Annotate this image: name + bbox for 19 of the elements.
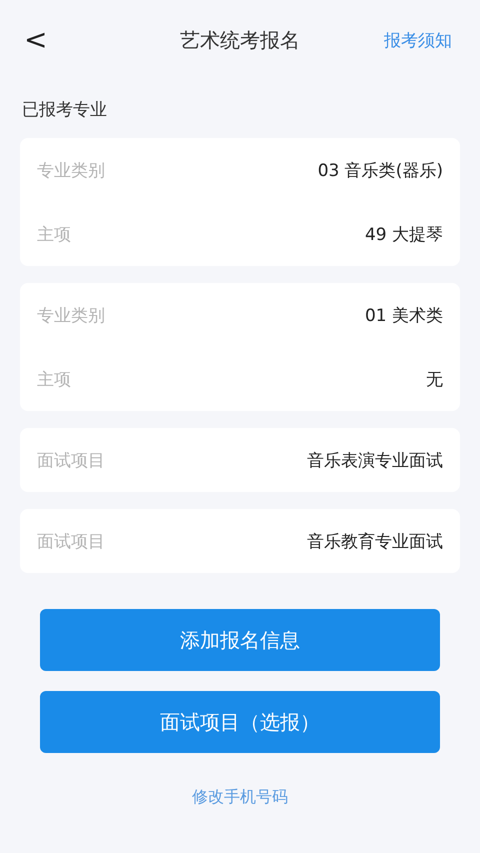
field-value: 音乐教育专业面试 — [307, 530, 443, 552]
field-value: 无 — [426, 368, 443, 390]
back-button[interactable]: < — [18, 26, 54, 54]
primary-button[interactable]: 面试项目（选报） — [40, 691, 440, 753]
field-value: 03 音乐类(器乐) — [318, 160, 443, 182]
field-label: 面试项目 — [37, 450, 105, 472]
field-label: 主项 — [37, 224, 71, 246]
field-label: 主项 — [37, 368, 71, 390]
section-title: 已报考专业 — [21, 99, 108, 122]
change-phone-link[interactable]: 修改手机号码 — [192, 787, 288, 808]
notice-link[interactable]: 报考须知 — [384, 28, 462, 52]
field-label: 专业类别 — [37, 304, 105, 326]
field-value: 音乐表演专业面试 — [307, 450, 443, 472]
field-label: 面试项目 — [37, 530, 105, 552]
primary-button[interactable]: 添加报名信息 — [40, 609, 440, 671]
field-label: 专业类别 — [37, 160, 105, 182]
field-value: 49 大提琴 — [364, 224, 443, 246]
field-value: 01 美术类 — [364, 304, 443, 326]
page-title: 艺术统考报名 — [179, 26, 301, 54]
